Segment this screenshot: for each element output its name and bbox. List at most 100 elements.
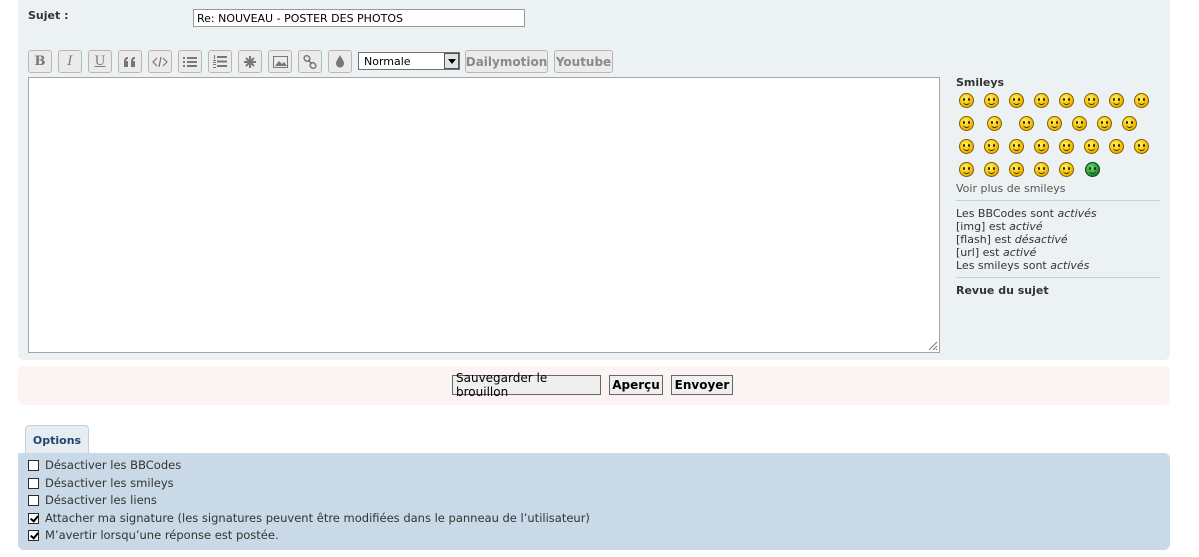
option-disable-bbcode[interactable]: Désactiver les BBCodes	[28, 458, 181, 472]
more-smileys-link[interactable]: Voir plus de smileys	[956, 182, 1066, 195]
color-button[interactable]	[328, 50, 352, 73]
option-disable-links[interactable]: Désactiver les liens	[28, 493, 157, 507]
code-button[interactable]	[148, 50, 172, 73]
flash-status-line: [flash] est désactivé	[956, 233, 1097, 246]
smiley-icon[interactable]	[1085, 162, 1100, 177]
droplet-icon	[336, 55, 344, 68]
code-icon	[152, 56, 168, 67]
url-status-line: [url] est activé	[956, 246, 1097, 259]
img-status-state: activé	[1009, 220, 1043, 233]
smiley-icon[interactable]	[1084, 93, 1099, 108]
smiley-icon[interactable]	[1059, 93, 1074, 108]
smileys-title-text: Smileys	[956, 76, 1005, 89]
smiley-icon[interactable]	[959, 162, 974, 177]
youtube-button[interactable]: Youtube	[554, 50, 613, 73]
smiley-icon[interactable]	[1097, 116, 1112, 131]
quote-button[interactable]	[118, 50, 142, 73]
smiley-icon[interactable]	[959, 116, 974, 131]
smiley-icon[interactable]	[1109, 93, 1124, 108]
submit-button[interactable]: Envoyer	[671, 375, 733, 395]
flash-status-state: désactivé	[1014, 233, 1068, 246]
smiley-icon[interactable]	[959, 93, 974, 108]
bold-button-label: B	[34, 54, 46, 69]
attach-signature-checkbox[interactable]	[28, 512, 39, 524]
link-icon	[303, 54, 317, 69]
image-button[interactable]	[268, 50, 292, 73]
smiley-icon[interactable]	[1019, 116, 1034, 131]
smiley-icon[interactable]	[1034, 139, 1049, 154]
smiley-icon[interactable]	[1009, 93, 1024, 108]
disable-bbcode-checkbox[interactable]	[28, 459, 39, 471]
smiley-icon[interactable]	[984, 162, 999, 177]
list-item-button[interactable]	[238, 50, 262, 73]
font-size-value: Normale	[364, 55, 411, 68]
option-label: M’avertir lorsqu’une réponse est postée.	[45, 528, 279, 542]
dailymotion-button[interactable]: Dailymotion	[465, 50, 548, 73]
message-editor	[28, 77, 940, 353]
smiley-icon[interactable]	[1009, 139, 1024, 154]
numbered-list-icon	[213, 55, 227, 68]
tab-options[interactable]: Options	[25, 425, 89, 454]
subject-input[interactable]	[193, 9, 525, 27]
url-status-state: activé	[1002, 246, 1037, 259]
preview-button[interactable]: Aperçu	[609, 375, 663, 395]
smileys-title: Smileys	[956, 76, 1160, 89]
smiley-icon[interactable]	[1034, 93, 1049, 108]
image-icon	[272, 55, 288, 68]
url-status-prefix: [url] est	[956, 246, 1003, 259]
disable-links-checkbox[interactable]	[28, 494, 39, 506]
asterisk-icon	[244, 55, 256, 68]
option-label: Désactiver les BBCodes	[45, 458, 182, 472]
notify-reply-checkbox[interactable]	[28, 529, 39, 541]
smiley-icon[interactable]	[1122, 116, 1137, 131]
smiley-icon[interactable]	[1059, 139, 1074, 154]
option-notify-reply[interactable]: M’avertir lorsqu’une réponse est postée.	[28, 528, 279, 542]
smiley-icon[interactable]	[959, 139, 974, 154]
smileys-status-prefix: Les smileys sont	[956, 259, 1051, 272]
option-disable-smileys[interactable]: Désactiver les smileys	[28, 476, 174, 490]
option-label: Désactiver les smileys	[45, 476, 174, 490]
font-size-select[interactable]: Normale	[358, 52, 460, 70]
img-status-prefix: [img] est	[956, 220, 1010, 233]
smiley-icon[interactable]	[984, 139, 999, 154]
bbcode-status: Les BBCodes sont activés [img] est activ…	[956, 207, 1097, 272]
bbcode-status-line: Les BBCodes sont activés	[956, 207, 1097, 220]
option-label: Désactiver les liens	[45, 493, 157, 507]
option-label: Attacher ma signature (les signatures pe…	[45, 511, 590, 525]
ordered-list-button[interactable]	[208, 50, 232, 73]
link-button[interactable]	[298, 50, 322, 73]
disable-smileys-checkbox[interactable]	[28, 477, 39, 489]
list-button[interactable]	[178, 50, 202, 73]
subject-label: Sujet :	[28, 9, 69, 22]
smiley-icon[interactable]	[984, 93, 999, 108]
underline-button-label: U	[94, 54, 106, 69]
smiley-icon[interactable]	[1034, 162, 1049, 177]
smiley-icon[interactable]	[1084, 139, 1099, 154]
italic-button[interactable]: I	[58, 50, 82, 73]
sidebar-divider	[956, 200, 1160, 201]
sidebar-divider	[956, 277, 1160, 278]
quote-icon	[124, 56, 135, 67]
smiley-icon[interactable]	[1134, 139, 1149, 154]
smiley-grid	[956, 93, 1156, 183]
option-attach-signature[interactable]: Attacher ma signature (les signatures pe…	[28, 511, 590, 525]
resize-handle-icon[interactable]	[927, 340, 938, 351]
save-draft-button[interactable]: Sauvegarder le brouillon	[452, 371, 601, 399]
img-status-line: [img] est activé	[956, 220, 1097, 233]
bold-button[interactable]: B	[28, 50, 52, 73]
smiley-icon[interactable]	[1047, 116, 1062, 131]
smiley-icon[interactable]	[1134, 93, 1149, 108]
smileys-status-state: activés	[1050, 259, 1090, 272]
smiley-icon[interactable]	[1009, 162, 1024, 177]
smileys-status-line: Les smileys sont activés	[956, 259, 1097, 272]
smiley-icon[interactable]	[1072, 116, 1087, 131]
italic-button-label: I	[67, 54, 73, 69]
message-textarea[interactable]	[29, 78, 939, 352]
smiley-icon[interactable]	[1059, 162, 1074, 177]
smiley-icon[interactable]	[987, 116, 1002, 131]
flash-status-prefix: [flash] est	[956, 233, 1015, 246]
smiley-icon[interactable]	[1109, 139, 1124, 154]
topic-review-link[interactable]: Revue du sujet	[956, 284, 1049, 297]
underline-button[interactable]: U	[88, 50, 112, 73]
chevron-down-icon[interactable]	[444, 53, 459, 69]
